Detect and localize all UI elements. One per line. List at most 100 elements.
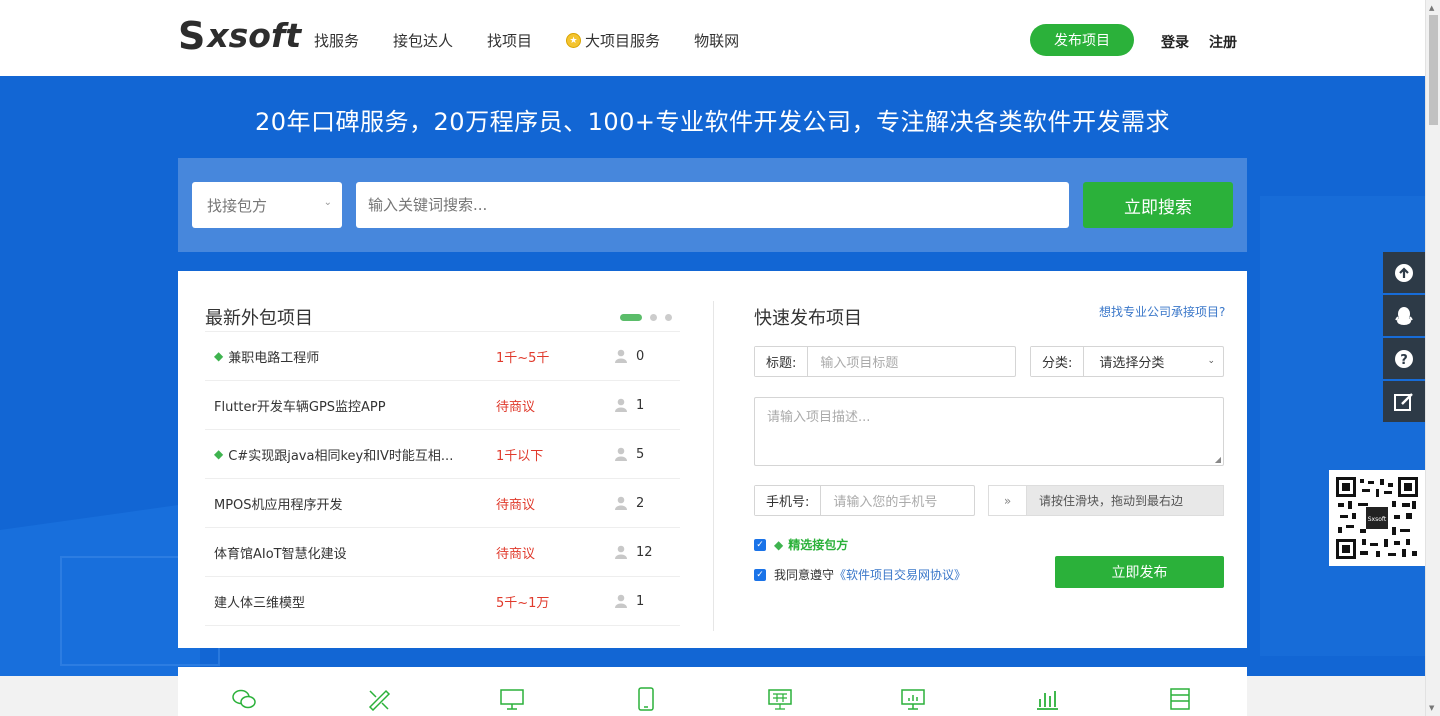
resize-grip-icon[interactable]: ◢ <box>1215 455 1221 464</box>
monitor-chart-icon[interactable] <box>900 687 926 711</box>
page-scrollbar[interactable]: ▲ ▼ <box>1425 0 1440 716</box>
project-title[interactable]: 建人体三维模型 <box>214 592 305 611</box>
nav-item-freelancers[interactable]: 接包达人 <box>393 30 453 51</box>
login-link[interactable]: 登录 <box>1161 32 1189 52</box>
search-type-select[interactable]: 找接包方 ⌄ <box>192 182 342 228</box>
project-budget: 5千~1万 <box>496 595 550 611</box>
nav-item-iot[interactable]: 物联网 <box>694 30 739 51</box>
agree-checkbox[interactable]: ✓ <box>754 568 766 581</box>
nav-label: 物联网 <box>694 32 740 50</box>
slider-handle[interactable]: » <box>989 486 1027 515</box>
logo-text: xsoft <box>207 16 302 55</box>
diamond-icon: ◆ <box>774 537 784 552</box>
captcha-slider: » 请按住滑块，拖动到最右边 <box>988 485 1224 516</box>
search-type-value: 找接包方 <box>207 196 268 215</box>
project-title[interactable]: Flutter开发车辆GPS监控APP <box>214 396 386 415</box>
phone-input[interactable]: 请输入您的手机号 <box>821 486 974 515</box>
description-placeholder: 请输入项目描述... <box>767 410 871 425</box>
bidder-count: 0 <box>636 348 645 364</box>
wechat-icon[interactable] <box>231 687 257 711</box>
svg-text:Sxsoft: Sxsoft <box>1368 516 1387 523</box>
agree-check-row: ✓ 我同意遵守 《软件项目交易网协议》 <box>754 566 966 583</box>
user-icon <box>615 594 627 608</box>
back-to-top-button[interactable] <box>1383 252 1425 293</box>
category-field: 分类: 请选择分类 ⌄ <box>1030 346 1224 377</box>
design-tools-icon[interactable] <box>366 687 392 711</box>
title-input[interactable]: 输入项目标题 <box>808 347 1015 376</box>
banner-slogan: 20年口碑服务，20万程序员、100+专业软件开发公司，专注解决各类软件开发需求 <box>255 108 1170 136</box>
scroll-thumb[interactable] <box>1429 15 1438 125</box>
project-title-text: C#实现跟java相同key和IV时能互相... <box>228 448 454 464</box>
help-button[interactable]: ? <box>1383 338 1425 379</box>
register-link[interactable]: 注册 <box>1209 32 1237 52</box>
bar-chart-icon[interactable] <box>1034 687 1060 711</box>
crown-icon: ★ <box>566 33 582 48</box>
desktop-icon[interactable] <box>499 687 525 711</box>
user-icon <box>615 496 627 510</box>
user-icon <box>615 398 627 412</box>
project-title[interactable]: 体育馆AIoT智慧化建设 <box>214 543 347 562</box>
nav-label: 找项目 <box>487 32 533 50</box>
project-title[interactable]: ◆ 兼职电路工程师 <box>214 347 319 366</box>
svg-text:?: ? <box>1400 353 1408 368</box>
site-logo[interactable]: S xsoft <box>178 16 301 56</box>
scroll-up-icon[interactable]: ▲ <box>1429 4 1434 12</box>
phone-label: 手机号: <box>755 486 822 515</box>
nav-item-big-project[interactable]: ★ 大项目服务 <box>566 30 660 51</box>
nav-item-find-service[interactable]: 找服务 <box>314 30 359 51</box>
database-icon[interactable] <box>1167 687 1193 711</box>
project-title[interactable]: ◆ C#实现跟java相同key和IV时能互相... <box>214 445 453 464</box>
category-select[interactable]: 请选择分类 ⌄ <box>1084 347 1223 376</box>
mobile-icon[interactable] <box>633 687 659 711</box>
scroll-down-icon[interactable]: ▼ <box>1429 704 1434 712</box>
phone-field: 手机号: 请输入您的手机号 <box>754 485 975 516</box>
project-row[interactable]: Flutter开发车辆GPS监控APP 待商议 1 <box>205 381 680 430</box>
project-budget: 1千以下 <box>496 448 544 464</box>
nav-item-find-project[interactable]: 找项目 <box>487 30 532 51</box>
project-title-text: 兼职电路工程师 <box>228 350 320 366</box>
featured-check-row: ✓ ◆ 精选接包方 <box>754 536 848 553</box>
submit-publish-button[interactable]: 立即发布 <box>1055 556 1224 588</box>
chevron-down-icon: ⌄ <box>1207 356 1215 366</box>
project-row[interactable]: ◆ 兼职电路工程师 1千~5千 0 <box>205 332 680 381</box>
project-row[interactable]: ◆ C#实现跟java相同key和IV时能互相... 1千以下 5 <box>205 430 680 479</box>
chevron-down-icon: ⌄ <box>323 197 332 208</box>
agreement-link[interactable]: 《软件项目交易网协议》 <box>834 566 966 583</box>
qr-code: Sxsoft <box>1329 470 1425 566</box>
project-title[interactable]: MPOS机应用程序开发 <box>214 494 343 513</box>
nav-label: 大项目服务 <box>585 32 661 50</box>
pro-company-link[interactable]: 想找专业公司承接项目? <box>1099 303 1225 320</box>
featured-label: 精选接包方 <box>788 538 849 552</box>
web-grid-icon[interactable] <box>767 687 793 711</box>
description-textarea[interactable]: 请输入项目描述... ◢ <box>754 397 1224 466</box>
bidder-count: 1 <box>636 593 645 609</box>
qq-contact-button[interactable] <box>1383 295 1425 336</box>
carousel-dot[interactable] <box>650 314 657 321</box>
latest-projects-title: 最新外包项目 <box>205 308 313 329</box>
category-label: 分类: <box>1031 347 1085 376</box>
user-icon <box>615 545 627 559</box>
search-button[interactable]: 立即搜索 <box>1083 182 1233 228</box>
publish-project-button[interactable]: 发布项目 <box>1030 24 1134 56</box>
title-field: 标题: 输入项目标题 <box>754 346 1016 377</box>
qq-penguin-icon <box>1395 306 1413 325</box>
project-row[interactable]: 建人体三维模型 5千~1万 1 <box>205 577 680 626</box>
carousel-dot-active[interactable] <box>620 314 642 321</box>
search-bar: 找接包方 ⌄ 立即搜索 <box>178 158 1247 252</box>
carousel-dot[interactable] <box>665 314 672 321</box>
carousel-dots <box>620 314 672 321</box>
user-icon <box>615 447 627 461</box>
search-input[interactable] <box>356 182 1069 228</box>
project-row[interactable]: MPOS机应用程序开发 待商议 2 <box>205 479 680 528</box>
category-value: 请选择分类 <box>1099 356 1165 371</box>
project-budget: 待商议 <box>496 399 536 415</box>
bidder-count: 1 <box>636 397 645 413</box>
nav-label: 接包达人 <box>393 32 454 50</box>
side-toolbar: ? <box>1383 252 1425 424</box>
bidder-count: 5 <box>636 446 645 462</box>
main-card: 最新外包项目 ◆ 兼职电路工程师 1千~5千 0 Flutter开发车辆GPS监控APP… <box>178 271 1247 648</box>
featured-checkbox[interactable]: ✓ <box>754 538 766 551</box>
project-row[interactable]: 体育馆AIoT智慧化建设 待商议 12 <box>205 528 680 577</box>
nav-label: 找服务 <box>314 32 360 50</box>
feedback-button[interactable] <box>1383 381 1425 422</box>
